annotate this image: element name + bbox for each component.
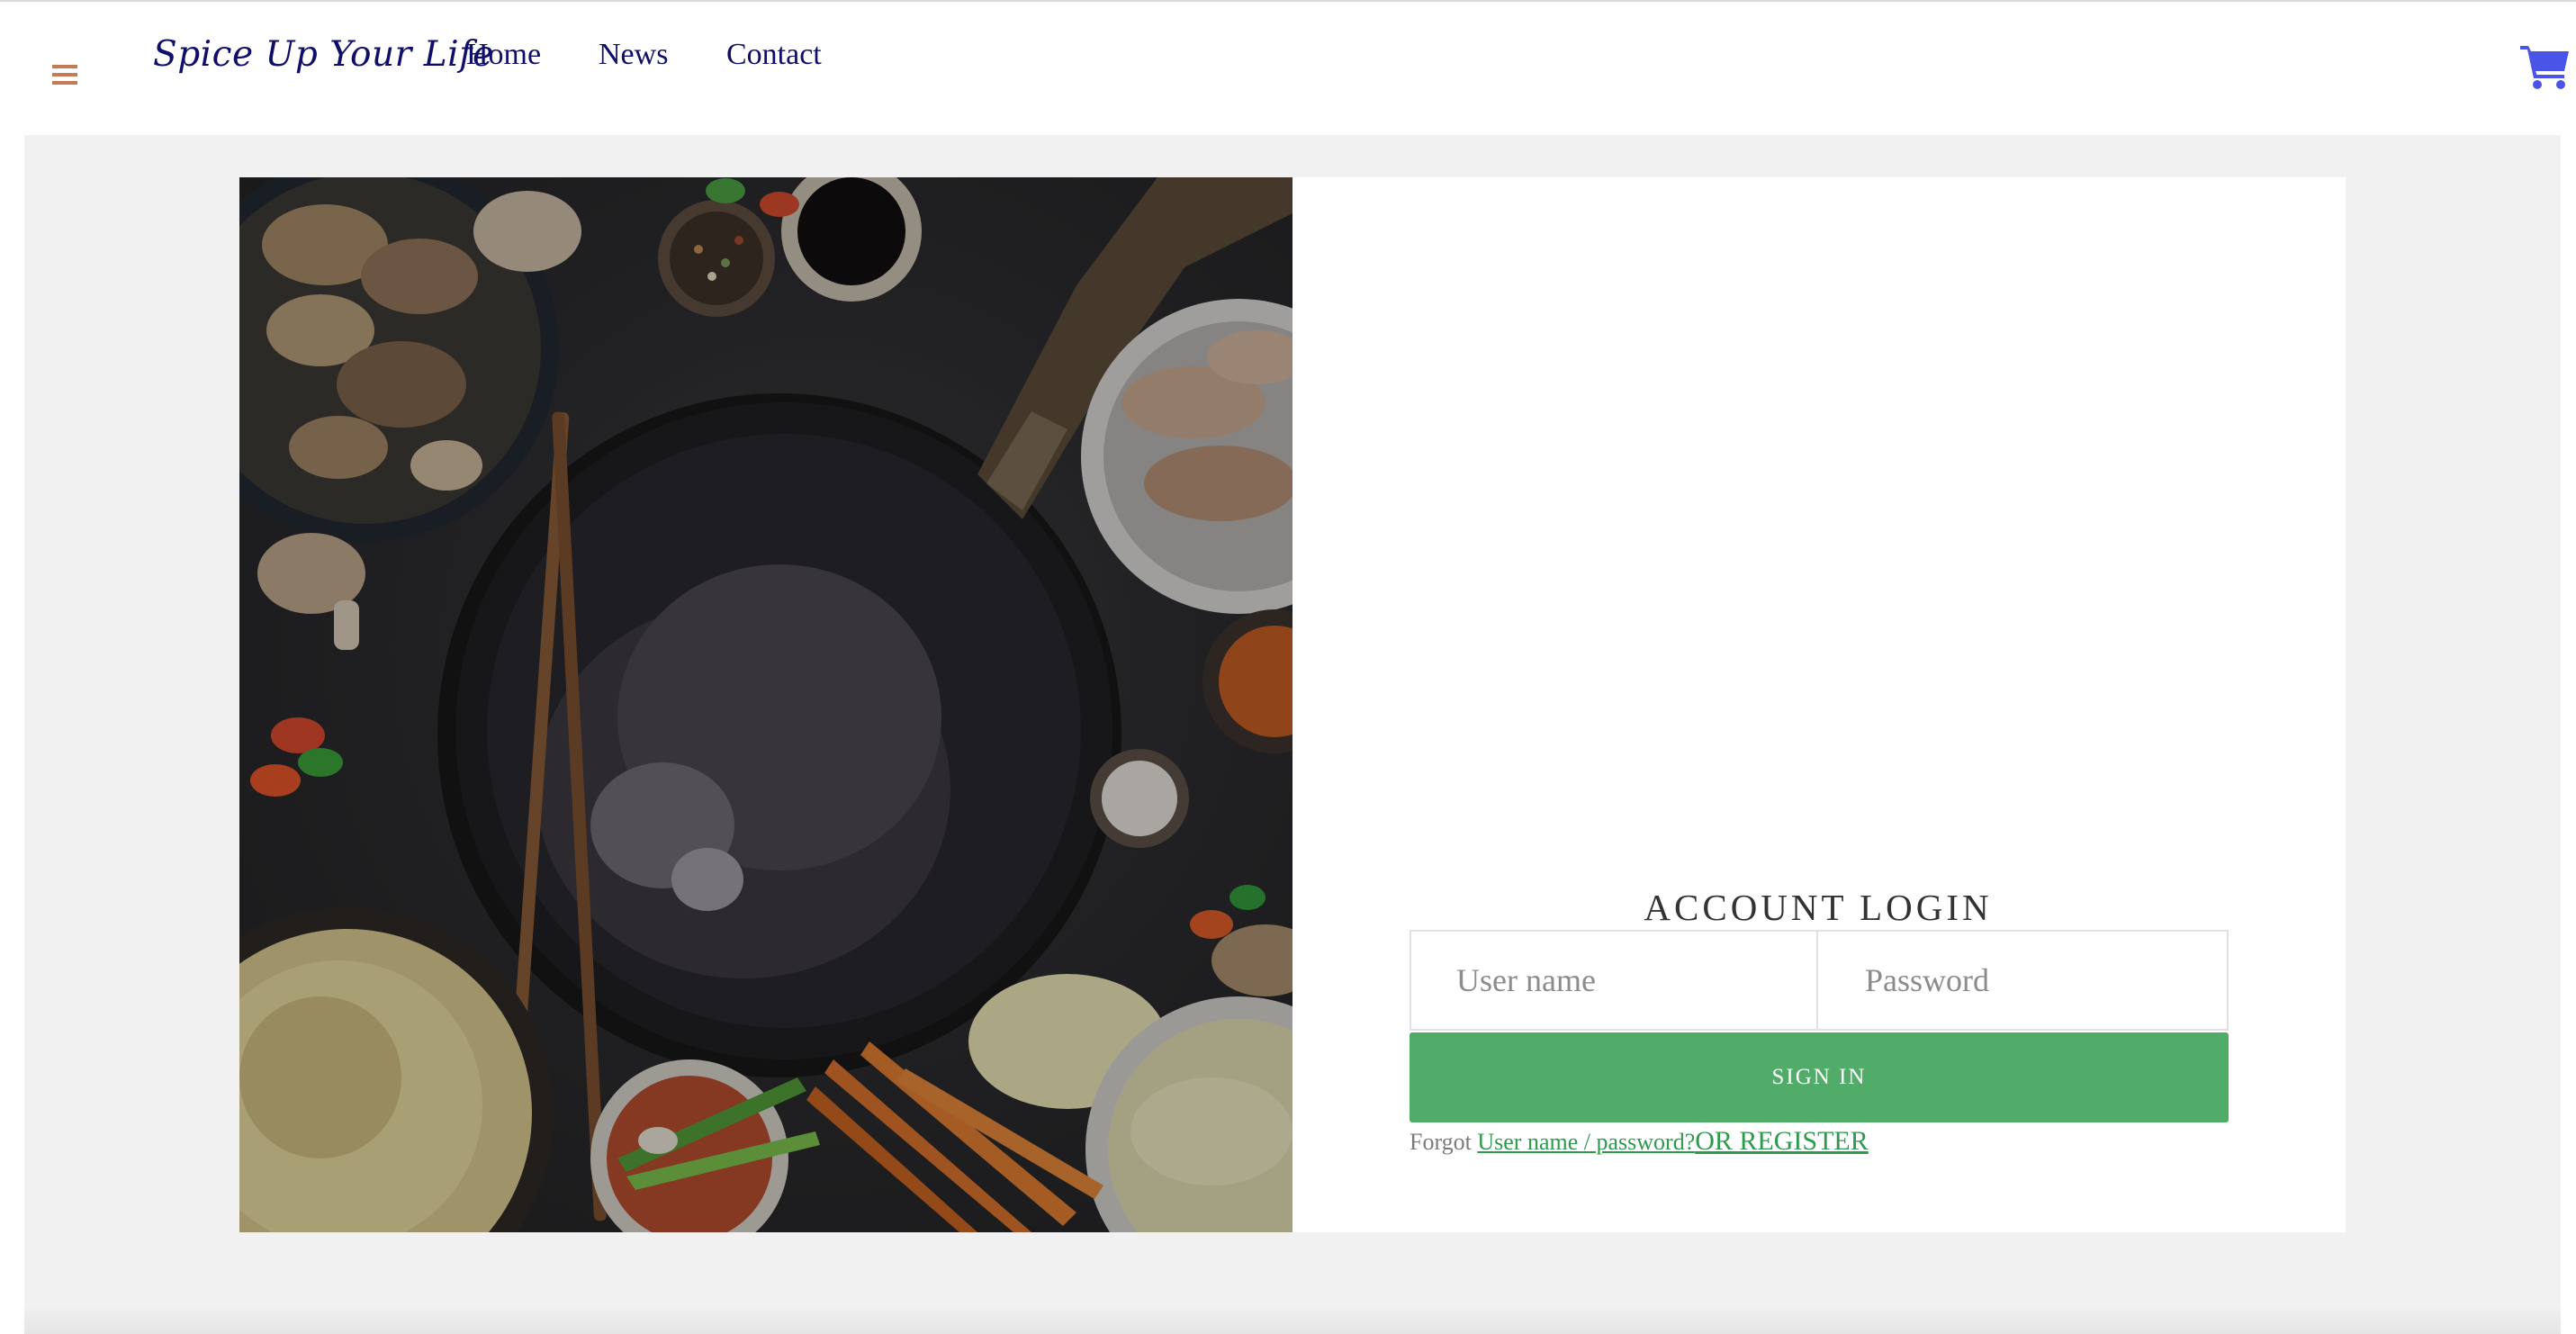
- menu-bar: [52, 73, 77, 77]
- nav-link-home[interactable]: Home: [466, 32, 541, 77]
- forgot-register-row: Forgot User name / password?OR REGISTER: [1410, 1123, 1869, 1164]
- brand-logo-link[interactable]: Spice Up Your Life: [153, 32, 494, 77]
- menu-bar: [52, 81, 77, 85]
- forgot-credentials-link[interactable]: User name / password?: [1477, 1129, 1695, 1155]
- password-input[interactable]: [1816, 930, 2229, 1031]
- food-illustration: [239, 177, 1293, 1232]
- register-link[interactable]: OR REGISTER: [1695, 1126, 1869, 1156]
- bottom-shadow: [24, 1305, 2561, 1334]
- username-input[interactable]: [1410, 930, 1818, 1031]
- page: Spice Up Your Life Home News Contact ACC…: [0, 0, 2576, 1334]
- sign-in-button[interactable]: SIGN IN: [1410, 1032, 2229, 1122]
- hamburger-menu-icon[interactable]: [52, 65, 77, 86]
- shopping-cart-icon[interactable]: [2520, 43, 2571, 90]
- cart-svg: [2520, 46, 2569, 89]
- login-title: ACCOUNT LOGIN: [1644, 887, 1993, 928]
- menu-bar: [52, 65, 77, 68]
- food-flatlay-photo: [239, 177, 1293, 1232]
- nav-link-contact[interactable]: Contact: [726, 32, 822, 77]
- forgot-prefix-text: Forgot: [1410, 1129, 1478, 1155]
- navbar: Spice Up Your Life Home News Contact: [0, 2, 2576, 135]
- nav-link-news[interactable]: News: [599, 32, 668, 77]
